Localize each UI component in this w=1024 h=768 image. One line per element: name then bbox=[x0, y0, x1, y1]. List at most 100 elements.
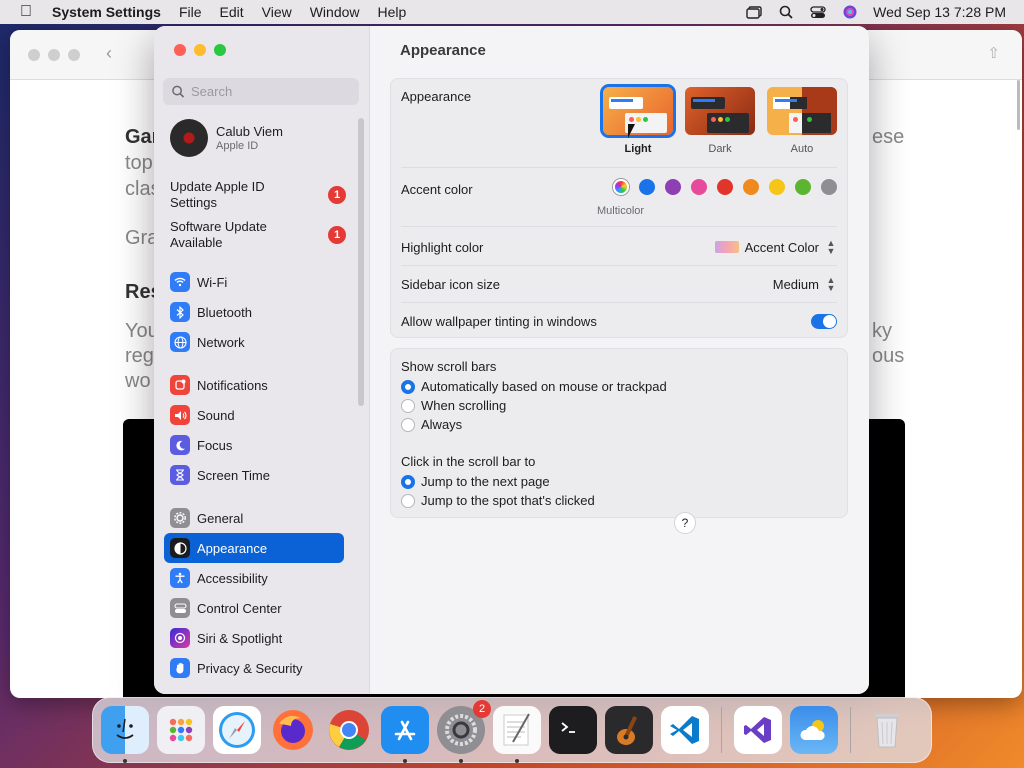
firefox-icon[interactable] bbox=[269, 706, 317, 754]
running-indicator bbox=[403, 759, 407, 763]
accent-red-swatch[interactable] bbox=[717, 179, 733, 195]
sidebar-item-bluetooth[interactable]: Bluetooth bbox=[164, 297, 344, 327]
apple-id-profile[interactable]: Calub Viem Apple ID bbox=[170, 119, 283, 157]
sidebar-item-notifications[interactable]: Notifications bbox=[164, 370, 344, 400]
back-icon[interactable]: ‹ bbox=[106, 43, 112, 64]
siri-icon[interactable] bbox=[841, 5, 859, 19]
sidebar-item-label: Network bbox=[197, 334, 245, 350]
control-center-icon[interactable] bbox=[809, 5, 827, 19]
appearance-option-auto[interactable]: Auto bbox=[767, 87, 837, 155]
accent-blue-swatch[interactable] bbox=[639, 179, 655, 195]
sidebar-item-label: Screen Time bbox=[197, 467, 270, 483]
menu-file[interactable]: File bbox=[170, 4, 211, 20]
sidebar-item-focus[interactable]: Focus bbox=[164, 430, 344, 460]
sidebar-scrollbar[interactable] bbox=[358, 118, 364, 406]
sidebar-item-network[interactable]: Network bbox=[164, 327, 344, 357]
scroll-option-when-scrolling[interactable]: When scrolling bbox=[401, 398, 837, 413]
dock-divider bbox=[721, 707, 722, 753]
appearance-option-label: Auto bbox=[790, 143, 814, 155]
accent-multicolor-swatch[interactable] bbox=[613, 179, 629, 195]
bg-text-fragment: ous bbox=[872, 345, 905, 367]
weather-icon[interactable] bbox=[790, 706, 838, 754]
sidebar-item-privacy-security[interactable]: Privacy & Security bbox=[164, 653, 344, 683]
sidebar-item-label: Privacy & Security bbox=[197, 660, 303, 676]
scroll-option-automatic[interactable]: Automatically based on mouse or trackpad bbox=[401, 379, 837, 394]
help-button[interactable]: ? bbox=[674, 512, 696, 534]
accent-graphite-swatch[interactable] bbox=[821, 179, 837, 195]
visual-studio-icon[interactable] bbox=[734, 706, 782, 754]
textedit-icon[interactable] bbox=[493, 706, 541, 763]
menu-edit[interactable]: Edit bbox=[211, 4, 253, 20]
dock: 2 bbox=[92, 697, 932, 763]
highlight-color-popup[interactable]: Accent Color ▲ ▼ bbox=[714, 239, 837, 256]
bg-text-fragment: ese bbox=[872, 126, 905, 148]
radio-button[interactable] bbox=[401, 474, 415, 489]
sidebar-item-sound[interactable]: Sound bbox=[164, 400, 344, 430]
finder-icon[interactable] bbox=[101, 706, 149, 763]
radio-button[interactable] bbox=[401, 493, 415, 508]
radio-button[interactable] bbox=[401, 417, 415, 432]
icon-size-popup[interactable]: Medium ▲ ▼ bbox=[772, 276, 837, 293]
update-apple-id-notice[interactable]: Update Apple ID Settings 1 bbox=[170, 179, 346, 211]
avatar bbox=[170, 119, 208, 157]
sidebar-item-general[interactable]: General bbox=[164, 503, 344, 533]
scroll-option-always[interactable]: Always bbox=[401, 417, 837, 432]
running-indicator bbox=[459, 759, 463, 763]
menu-app-name[interactable]: System Settings bbox=[52, 4, 170, 20]
app-store-icon[interactable] bbox=[381, 706, 429, 763]
minimize-button[interactable] bbox=[194, 44, 206, 56]
apple-menu-icon[interactable]:  bbox=[0, 3, 52, 21]
accent-color-label: Accent color bbox=[401, 181, 473, 197]
zoom-button[interactable] bbox=[214, 44, 226, 56]
appearance-options: Light Dark Auto bbox=[600, 84, 837, 155]
wifi-icon bbox=[170, 272, 190, 292]
sidebar-item-accessibility[interactable]: Accessibility bbox=[164, 563, 344, 593]
search-field[interactable]: Search bbox=[163, 78, 359, 105]
notice-label: Update Apple ID Settings bbox=[170, 179, 265, 210]
sidebar-item-siri-spotlight[interactable]: Siri & Spotlight bbox=[164, 623, 344, 653]
click-scroll-label: Click in the scroll bar to bbox=[401, 454, 536, 469]
accent-purple-swatch[interactable] bbox=[665, 179, 681, 195]
search-placeholder: Search bbox=[191, 84, 233, 99]
background-scrollbar[interactable] bbox=[1017, 80, 1020, 130]
terminal-icon[interactable] bbox=[549, 706, 597, 754]
light-preview-icon bbox=[600, 84, 676, 138]
accent-orange-swatch[interactable] bbox=[743, 179, 759, 195]
system-settings-icon[interactable]: 2 bbox=[437, 700, 491, 763]
menu-window[interactable]: Window bbox=[301, 4, 369, 20]
appearance-option-label: Light bbox=[624, 143, 652, 155]
garageband-icon[interactable] bbox=[605, 706, 653, 754]
safari-icon[interactable] bbox=[213, 706, 261, 754]
radio-label: Jump to the spot that's clicked bbox=[421, 493, 595, 508]
vscode-icon[interactable] bbox=[661, 706, 709, 754]
click-option-next-page[interactable]: Jump to the next page bbox=[401, 474, 837, 489]
menu-view[interactable]: View bbox=[253, 4, 301, 20]
screen-mirroring-icon[interactable] bbox=[745, 5, 763, 19]
sidebar-item-screen-time[interactable]: Screen Time bbox=[164, 460, 344, 490]
sidebar-item-label: Notifications bbox=[197, 377, 268, 393]
trash-icon[interactable] bbox=[863, 706, 911, 754]
gear-icon bbox=[170, 508, 190, 528]
sidebar-item-wifi[interactable]: Wi-Fi bbox=[164, 267, 344, 297]
software-update-notice[interactable]: Software Update Available 1 bbox=[170, 219, 346, 251]
radio-button[interactable] bbox=[401, 379, 415, 394]
page-title: Appearance bbox=[400, 42, 486, 59]
radio-button[interactable] bbox=[401, 398, 415, 413]
accent-green-swatch[interactable] bbox=[795, 179, 811, 195]
appearance-option-dark[interactable]: Dark bbox=[685, 87, 755, 155]
menu-help[interactable]: Help bbox=[369, 4, 416, 20]
sidebar-item-appearance[interactable]: Appearance bbox=[164, 533, 344, 563]
share-icon[interactable]: ⇧ bbox=[987, 44, 1000, 62]
spotlight-search-icon[interactable] bbox=[777, 5, 795, 19]
menu-clock[interactable]: Wed Sep 13 7:28 PM bbox=[873, 4, 1006, 20]
chrome-icon[interactable] bbox=[325, 706, 373, 754]
sidebar-item-control-center[interactable]: Control Center bbox=[164, 593, 344, 623]
appearance-option-light[interactable]: Light bbox=[600, 84, 676, 155]
launchpad-icon[interactable] bbox=[157, 706, 205, 754]
icon-size-value: Medium bbox=[772, 276, 819, 292]
wallpaper-tint-toggle[interactable] bbox=[811, 313, 837, 329]
accent-yellow-swatch[interactable] bbox=[769, 179, 785, 195]
accent-pink-swatch[interactable] bbox=[691, 179, 707, 195]
close-button[interactable] bbox=[174, 44, 186, 56]
click-option-spot-clicked[interactable]: Jump to the spot that's clicked bbox=[401, 493, 837, 508]
